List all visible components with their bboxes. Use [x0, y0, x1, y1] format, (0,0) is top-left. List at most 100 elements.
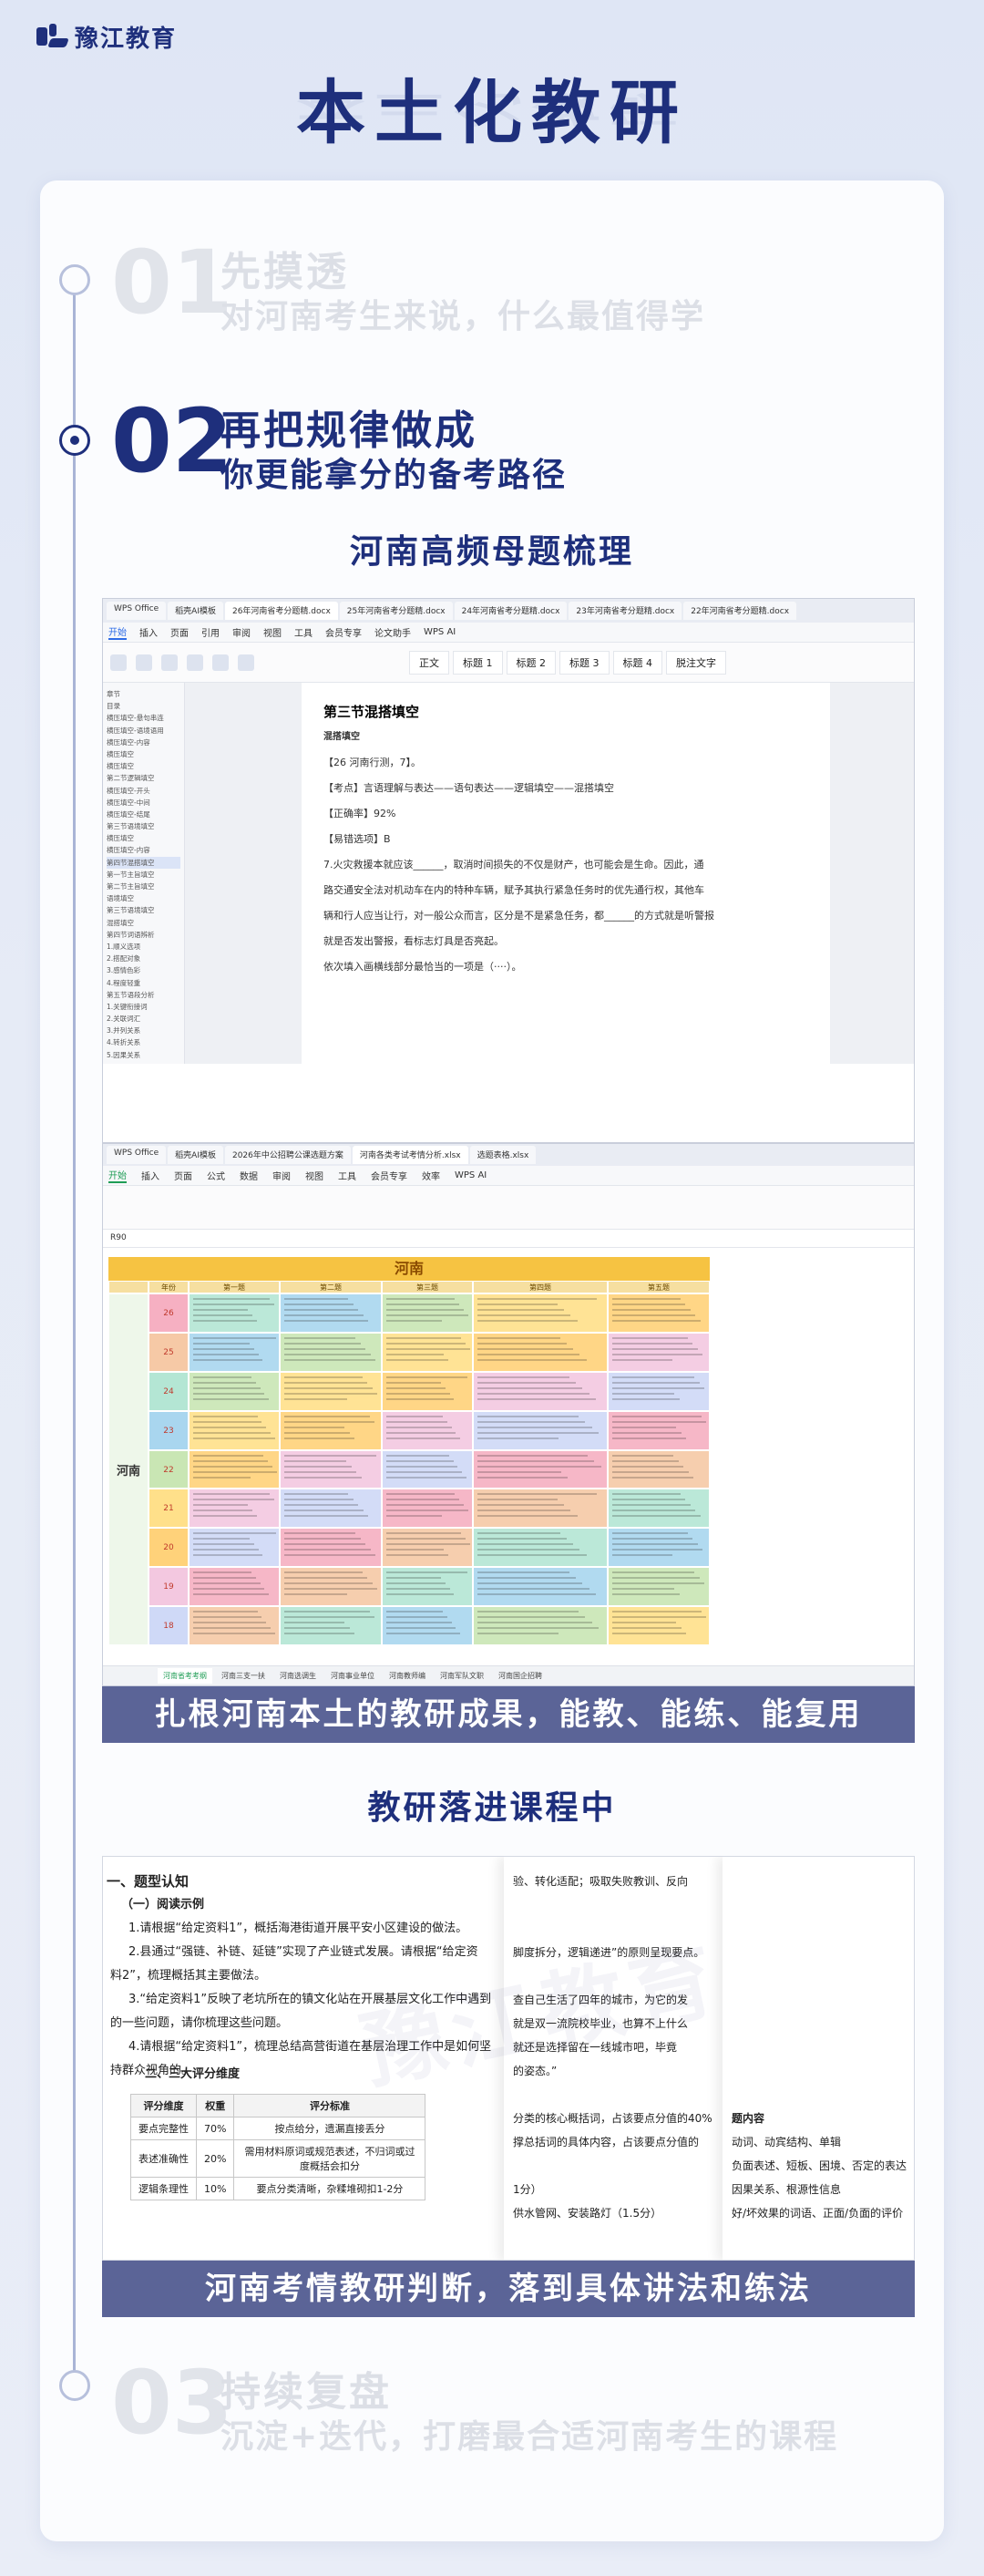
- style-option[interactable]: 脱注文字: [666, 650, 726, 675]
- nav-item[interactable]: 5.因果关系: [107, 1049, 180, 1061]
- data-cell[interactable]: [189, 1567, 280, 1607]
- nav-item[interactable]: 4.程度轻重: [107, 977, 180, 989]
- nav-item[interactable]: 混搭填空: [107, 917, 180, 929]
- style-option[interactable]: 标题 2: [506, 650, 556, 675]
- data-cell[interactable]: [189, 1449, 280, 1489]
- nav-item[interactable]: 1.关键衔接词: [107, 1001, 180, 1013]
- style-option[interactable]: 标题 3: [559, 650, 610, 675]
- data-cell[interactable]: [382, 1371, 473, 1411]
- doc-menu-item[interactable]: 视图: [263, 625, 282, 639]
- nav-item[interactable]: 横压填空-内容: [107, 737, 180, 748]
- data-cell[interactable]: [473, 1606, 608, 1645]
- list-icon[interactable]: [238, 654, 254, 671]
- nav-item[interactable]: 目录: [107, 700, 180, 712]
- nav-item[interactable]: 横压填空-内容: [107, 844, 180, 856]
- worksheet-tab[interactable]: 河南三支一扶: [216, 1668, 271, 1684]
- data-cell[interactable]: [382, 1606, 473, 1645]
- style-option[interactable]: 正文: [409, 650, 449, 675]
- nav-item[interactable]: 横压填空-悬句串连: [107, 712, 180, 724]
- data-cell[interactable]: [280, 1293, 382, 1333]
- data-cell[interactable]: [189, 1293, 280, 1333]
- data-cell[interactable]: [382, 1567, 473, 1607]
- data-cell[interactable]: [280, 1606, 382, 1645]
- doc-tab[interactable]: 25年河南省考分题精.docx: [339, 602, 453, 620]
- data-cell[interactable]: [382, 1489, 473, 1529]
- data-cell[interactable]: [189, 1371, 280, 1411]
- doc-menu-item[interactable]: 审阅: [232, 625, 251, 639]
- data-cell[interactable]: [189, 1410, 280, 1450]
- sheet-tab[interactable]: WPS Office: [107, 1146, 167, 1164]
- data-cell[interactable]: [382, 1293, 473, 1333]
- nav-item[interactable]: 语境填空: [107, 892, 180, 904]
- data-cell[interactable]: [382, 1528, 473, 1568]
- nav-item[interactable]: 3.并列关系: [107, 1025, 180, 1036]
- sheet-tab[interactable]: 稻壳AI模板: [168, 1146, 223, 1164]
- sheet-menu-item[interactable]: WPS AI: [455, 1170, 487, 1180]
- worksheet-tab[interactable]: 河南国企招聘: [493, 1668, 548, 1684]
- nav-item[interactable]: 横压填空-语境语用: [107, 725, 180, 737]
- data-cell[interactable]: [280, 1528, 382, 1568]
- data-cell[interactable]: [608, 1528, 710, 1568]
- doc-menu-item[interactable]: 工具: [294, 625, 313, 639]
- nav-item[interactable]: 1.顺义选项: [107, 941, 180, 953]
- nav-item[interactable]: 横压填空-中间: [107, 797, 180, 809]
- data-cell[interactable]: [608, 1332, 710, 1372]
- nav-item[interactable]: 章节: [107, 688, 180, 700]
- data-cell[interactable]: [189, 1332, 280, 1372]
- nav-item[interactable]: 第二节主旨填空: [107, 881, 180, 892]
- data-cell[interactable]: [608, 1410, 710, 1450]
- font-icon[interactable]: [161, 654, 178, 671]
- bold-icon[interactable]: [187, 654, 203, 671]
- data-cell[interactable]: [608, 1567, 710, 1607]
- worksheet-tab[interactable]: 河南选调生: [274, 1668, 322, 1684]
- sheet-menu-item[interactable]: 工具: [338, 1169, 356, 1182]
- nav-item[interactable]: 横压填空-开头: [107, 785, 180, 797]
- data-cell[interactable]: [473, 1410, 608, 1450]
- doc-tab[interactable]: 稻壳AI模板: [168, 602, 223, 620]
- sheet-menu-item[interactable]: 会员专享: [371, 1169, 407, 1182]
- sheet-menu-item[interactable]: 页面: [174, 1169, 192, 1182]
- data-cell[interactable]: [473, 1332, 608, 1372]
- data-cell[interactable]: [608, 1489, 710, 1529]
- nav-item[interactable]: 4.转折关系: [107, 1036, 180, 1048]
- nav-item[interactable]: 第一节主旨填空: [107, 869, 180, 881]
- data-cell[interactable]: [473, 1489, 608, 1529]
- doc-tab[interactable]: 26年河南省考分题精.docx: [224, 602, 338, 620]
- nav-item[interactable]: 第三节语境填空: [107, 820, 180, 832]
- data-cell[interactable]: [473, 1371, 608, 1411]
- data-cell[interactable]: [473, 1528, 608, 1568]
- worksheet-tab[interactable]: 河南事业单位: [325, 1668, 380, 1684]
- data-cell[interactable]: [280, 1410, 382, 1450]
- data-cell[interactable]: [382, 1332, 473, 1372]
- data-cell[interactable]: [473, 1567, 608, 1607]
- style-option[interactable]: 标题 1: [453, 650, 503, 675]
- worksheet-tab[interactable]: 河南教师编: [384, 1668, 431, 1684]
- data-cell[interactable]: [473, 1293, 608, 1333]
- cell-reference[interactable]: R90: [110, 1233, 127, 1242]
- nav-item[interactable]: 3.感情色彩: [107, 964, 180, 976]
- format-icon[interactable]: [136, 654, 152, 671]
- doc-menu-item[interactable]: 论文助手: [374, 625, 411, 639]
- sheet-menu-item[interactable]: 插入: [141, 1169, 159, 1182]
- worksheet-tab[interactable]: 河南省考考纲: [158, 1668, 212, 1684]
- doc-menu-item[interactable]: 开始: [108, 624, 127, 640]
- nav-item[interactable]: 横压填空: [107, 760, 180, 772]
- data-cell[interactable]: [608, 1606, 710, 1645]
- sheet-menu-item[interactable]: 公式: [207, 1169, 225, 1182]
- data-cell[interactable]: [473, 1449, 608, 1489]
- data-cell[interactable]: [608, 1449, 710, 1489]
- nav-item[interactable]: 横压填空: [107, 748, 180, 760]
- style-option[interactable]: 标题 4: [612, 650, 662, 675]
- sheet-menu-item[interactable]: 数据: [240, 1169, 258, 1182]
- data-cell[interactable]: [189, 1606, 280, 1645]
- sheet-menu-item[interactable]: 视图: [305, 1169, 323, 1182]
- data-cell[interactable]: [189, 1489, 280, 1529]
- data-cell[interactable]: [280, 1567, 382, 1607]
- nav-item[interactable]: 第五节语段分析: [107, 989, 180, 1001]
- sheet-menu-item[interactable]: 开始: [108, 1168, 127, 1183]
- doc-menu-item[interactable]: WPS AI: [424, 627, 456, 637]
- sheet-tab[interactable]: 2026年中公招聘公课选题方案: [224, 1146, 351, 1164]
- align-icon[interactable]: [212, 654, 229, 671]
- doc-tab[interactable]: 23年河南省考分题精.docx: [569, 602, 682, 620]
- data-cell[interactable]: [280, 1332, 382, 1372]
